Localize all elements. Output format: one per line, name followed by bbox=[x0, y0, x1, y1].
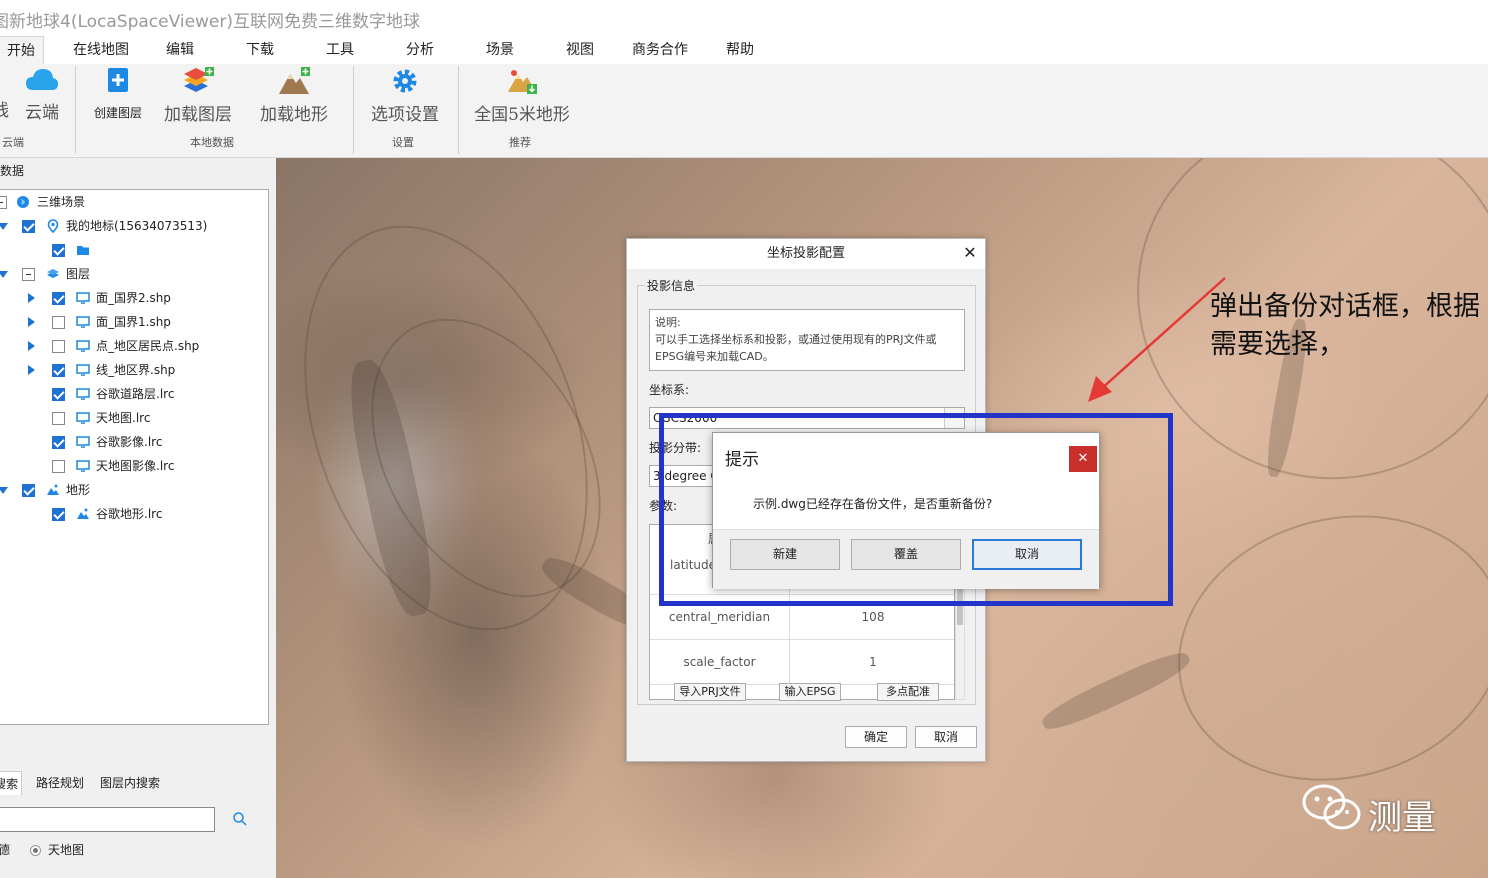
close-icon[interactable]: ✕ bbox=[959, 241, 981, 265]
layers-icon bbox=[184, 67, 214, 92]
multipoint-registration-button[interactable]: 多点配准 bbox=[877, 683, 939, 701]
tab-edit[interactable]: 编辑 bbox=[152, 36, 208, 64]
monitor-icon bbox=[76, 316, 90, 328]
national-terrain-button[interactable]: 全国5米地形 bbox=[470, 66, 574, 125]
cancel-button[interactable]: 取消 bbox=[915, 726, 977, 748]
group-label-recommend: 推荐 bbox=[509, 136, 531, 149]
terrain-icon bbox=[47, 484, 59, 495]
tree-expander[interactable] bbox=[0, 271, 8, 278]
tree-expander[interactable] bbox=[28, 341, 35, 351]
tree-expander[interactable] bbox=[28, 293, 35, 303]
tree-checkbox[interactable] bbox=[52, 460, 65, 473]
tab-business[interactable]: 商务合作 bbox=[626, 36, 694, 64]
monitor-icon bbox=[76, 340, 90, 352]
cloud-button[interactable]: 云端 bbox=[20, 66, 64, 123]
globe-icon bbox=[17, 196, 29, 208]
gear-icon bbox=[393, 69, 417, 93]
tree-expander[interactable] bbox=[28, 365, 35, 375]
tab-view[interactable]: 视图 bbox=[552, 36, 608, 64]
load-terrain-button[interactable]: 加载地形 bbox=[256, 66, 332, 125]
radio-label-baidu: 德 bbox=[0, 843, 11, 857]
new-document-icon bbox=[108, 68, 128, 92]
monitor-icon bbox=[76, 460, 90, 472]
options-button[interactable]: 选项设置 bbox=[366, 66, 444, 125]
group-label-cloud: 云端 bbox=[2, 136, 24, 149]
tree-expander[interactable] bbox=[0, 223, 8, 230]
group-separator bbox=[458, 66, 459, 154]
tree-checkbox[interactable] bbox=[22, 268, 35, 281]
description-box: 说明: 可以手工选择坐标系和投影，或通过使用现有的PRJ文件或EPSG编号来加载… bbox=[649, 309, 965, 371]
monitor-icon bbox=[76, 292, 90, 304]
coord-system-label: 坐标系: bbox=[649, 383, 690, 397]
tab-analysis[interactable]: 分析 bbox=[392, 36, 448, 64]
tab-start[interactable]: 开始 bbox=[0, 36, 44, 64]
mountain-icon bbox=[279, 67, 310, 94]
annotation-highlight-box bbox=[659, 413, 1173, 606]
tree-checkbox[interactable] bbox=[52, 292, 65, 305]
cloud-icon bbox=[26, 69, 58, 90]
terrain-download-icon bbox=[508, 70, 537, 94]
tree-checkbox[interactable] bbox=[52, 340, 65, 353]
table-row: scale_factor 1 bbox=[650, 640, 954, 685]
monitor-icon bbox=[76, 436, 90, 448]
panel-title: 数据 bbox=[0, 164, 25, 178]
folder-icon bbox=[77, 246, 89, 255]
tab-route-planning[interactable]: 路径规划 bbox=[36, 771, 84, 795]
tree-checkbox[interactable] bbox=[52, 364, 65, 377]
tree-checkbox[interactable] bbox=[52, 412, 65, 425]
monitor-icon bbox=[76, 388, 90, 400]
tree-checkbox[interactable] bbox=[52, 388, 65, 401]
tab-online-map[interactable]: 在线地图 bbox=[62, 36, 140, 64]
tree-checkbox[interactable] bbox=[52, 244, 65, 257]
terrain-icon bbox=[77, 508, 89, 519]
tree-checkbox[interactable] bbox=[52, 508, 65, 521]
monitor-icon bbox=[76, 364, 90, 376]
location-pin-icon bbox=[47, 219, 59, 233]
watermark: 测量 bbox=[1300, 782, 1436, 842]
tree-checkbox[interactable] bbox=[0, 196, 7, 209]
group-separator bbox=[75, 66, 76, 154]
ribbon-tabs: 开始 在线地图 编辑 下载 工具 分析 场景 视图 商务合作 帮助 bbox=[0, 36, 1488, 64]
radio-label-tianditu: 天地图 bbox=[48, 843, 85, 857]
search-tabs: 搜索 路径规划 图层内搜索 bbox=[0, 771, 276, 795]
ribbon-toolbar: 线 云端 云端 创建图层 加载图层 加载地形 本地数据 选项设置 设置 全国5米… bbox=[0, 64, 1488, 158]
search-input[interactable] bbox=[0, 807, 215, 832]
title-bar: 图新地球4(LocaSpaceViewer)互联网免费三维数字地球 bbox=[0, 0, 1488, 36]
layer-tree: 三维场景 我的地标(15634073513) 图层 面_国界2.shp 面_国界… bbox=[0, 189, 269, 725]
tree-expander[interactable] bbox=[28, 317, 35, 327]
import-prj-button[interactable]: 导入PRJ文件 bbox=[674, 683, 746, 701]
group-label-local-data: 本地数据 bbox=[190, 136, 234, 149]
tree-checkbox[interactable] bbox=[22, 220, 35, 233]
ok-button[interactable]: 确定 bbox=[845, 726, 907, 748]
layers-icon bbox=[47, 269, 59, 278]
tree-checkbox[interactable] bbox=[22, 484, 35, 497]
tree-checkbox[interactable] bbox=[52, 316, 65, 329]
tree-checkbox[interactable] bbox=[52, 436, 65, 449]
watermark-text: 测量 bbox=[1368, 798, 1436, 838]
window-title: 图新地球4(LocaSpaceViewer)互联网免费三维数字地球 bbox=[0, 12, 421, 32]
group-legend: 投影信息 bbox=[645, 277, 698, 294]
group-separator bbox=[353, 66, 354, 154]
group-label-settings: 设置 bbox=[392, 136, 414, 149]
input-epsg-button[interactable]: 输入EPSG bbox=[779, 683, 841, 701]
tab-search[interactable]: 搜索 bbox=[0, 771, 23, 795]
wechat-logo-icon bbox=[1302, 784, 1361, 830]
tab-tools[interactable]: 工具 bbox=[312, 36, 368, 64]
dialog-title: 坐标投影配置 bbox=[627, 239, 985, 269]
tab-help[interactable]: 帮助 bbox=[712, 36, 768, 64]
annotation-text: 弹出备份对话框，根据需要选择， bbox=[1210, 291, 1480, 360]
table-cell: scale_factor bbox=[650, 640, 790, 685]
tree-expander[interactable] bbox=[0, 487, 8, 494]
tab-scene[interactable]: 场景 bbox=[472, 36, 528, 64]
monitor-icon bbox=[76, 412, 90, 424]
table-cell[interactable]: 1 bbox=[790, 640, 954, 685]
tab-in-layer-search[interactable]: 图层内搜索 bbox=[100, 771, 160, 795]
search-icon[interactable] bbox=[232, 811, 248, 827]
radio-tianditu[interactable] bbox=[30, 845, 41, 856]
create-layer-button[interactable]: 创建图层 bbox=[90, 66, 146, 121]
load-layer-button[interactable]: 加载图层 bbox=[160, 66, 236, 125]
ribbon-partial-button[interactable]: 线 bbox=[0, 66, 9, 121]
tab-download[interactable]: 下载 bbox=[232, 36, 288, 64]
data-panel: 数据 三维场景 我的地标(15634073513) 图层 面_国界2.shp 面… bbox=[0, 158, 276, 878]
